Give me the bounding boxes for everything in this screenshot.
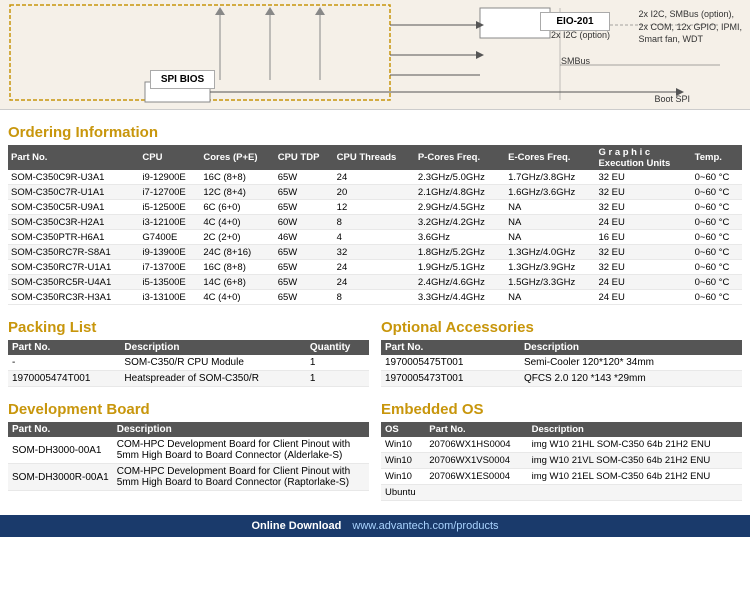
col-tdp: CPU TDP	[275, 145, 334, 170]
col-cpu: CPU	[139, 145, 200, 170]
emb-col-part: Part No.	[425, 422, 527, 437]
diagram-area: EIO-201 SPI BIOS 2x I2C, SMBus (option),…	[0, 0, 750, 110]
optional-table: Part No. Description 1970005475T001Semi-…	[381, 340, 742, 387]
packing-col: Packing List Part No. Description Quanti…	[8, 311, 369, 387]
pack-col-desc: Description	[120, 340, 305, 355]
opt-col-desc: Description	[520, 340, 742, 355]
table-row: SOM-C350RC7R-S8A1i9-13900E24C (8+16)65W3…	[8, 245, 742, 260]
table-row: SOM-C350C9R-U3A1i9-12900E16C (8+8)65W242…	[8, 170, 742, 185]
boot-spi-label: Boot SPI	[654, 94, 690, 104]
bottom-two-col: Packing List Part No. Description Quanti…	[8, 311, 742, 387]
spi-bios-box: SPI BIOS	[150, 70, 215, 89]
list-item: Win1020706WX1ES0004img W10 21EL SOM-C350…	[381, 469, 742, 485]
table-row: SOM-C350RC7R-U1A1i7-13700E16C (8+8)65W24…	[8, 260, 742, 275]
list-item: 1970005475T001Semi-Cooler 120*120* 34mm	[381, 355, 742, 371]
table-row: SOM-C350PTR-H6A1G7400E2C (2+0)46W43.6GHz…	[8, 230, 742, 245]
eio-box: EIO-201	[540, 12, 610, 31]
list-item: SOM-DH3000R-00A1COM-HPC Development Boar…	[8, 464, 369, 491]
footer-label: Online Download	[251, 520, 341, 532]
col-graphics: G r a p h i cExecution Units	[595, 145, 691, 170]
col-part-no: Part No.	[8, 145, 139, 170]
optional-col: Optional Accessories Part No. Descriptio…	[381, 311, 742, 387]
main-content: Ordering Information Part No. CPU Cores …	[0, 110, 750, 507]
embedded-table: OS Part No. Description Win1020706WX1HS0…	[381, 422, 742, 501]
col-cores: Cores (P+E)	[200, 145, 274, 170]
table-row: SOM-C350RC3R-H3A1i3-13100E4C (4+0)65W83.…	[8, 290, 742, 305]
dev-col-desc: Description	[113, 422, 369, 437]
list-item: 1970005473T001QFCS 2.0 120 *143 *29mm	[381, 371, 742, 387]
devboard-title: Development Board	[8, 401, 369, 418]
list-item: Ubuntu	[381, 485, 742, 501]
table-row: SOM-C350RC5R-U4A1i5-13500E14C (6+8)65W24…	[8, 275, 742, 290]
table-row: SOM-C350C7R-U1A1i7-12700E12C (8+4)65W202…	[8, 185, 742, 200]
list-item: Win1020706WX1VS0004img W10 21VL SOM-C350…	[381, 453, 742, 469]
ordering-title: Ordering Information	[8, 124, 742, 141]
table-row: SOM-C350C5R-U9A1i5-12500E6C (6+0)65W122.…	[8, 200, 742, 215]
pack-col-part: Part No.	[8, 340, 120, 355]
list-item: 1970005474T001Heatspreader of SOM-C350/R…	[8, 371, 369, 387]
ordering-table: Part No. CPU Cores (P+E) CPU TDP CPU Thr…	[8, 145, 742, 305]
smbus-label: SMBus	[561, 56, 590, 66]
i2c-option-label: 2x I2C (option)	[551, 30, 610, 40]
emb-col-os: OS	[381, 422, 425, 437]
list-item: SOM-DH3000-00A1COM-HPC Development Board…	[8, 437, 369, 464]
optional-title: Optional Accessories	[381, 319, 742, 336]
footer-bar: Online Download www.advantech.com/produc…	[0, 515, 750, 537]
list-item: -SOM-C350/R CPU Module1	[8, 355, 369, 371]
col-threads: CPU Threads	[334, 145, 415, 170]
right-notes: 2x I2C, SMBus (option),2x COM, 12x GPIO,…	[638, 8, 742, 46]
col-temp: Temp.	[692, 145, 742, 170]
table-row: SOM-C350C3R-H2A1i3-12100E4C (4+0)60W83.2…	[8, 215, 742, 230]
dev-col-part: Part No.	[8, 422, 113, 437]
col-ecores: E-Cores Freq.	[505, 145, 595, 170]
opt-col-part: Part No.	[381, 340, 520, 355]
packing-title: Packing List	[8, 319, 369, 336]
pack-col-qty: Quantity	[306, 340, 369, 355]
col-pcores: P-Cores Freq.	[415, 145, 505, 170]
footer-url: www.advantech.com/products	[352, 520, 498, 532]
packing-table: Part No. Description Quantity -SOM-C350/…	[8, 340, 369, 387]
embedded-col: Embedded OS OS Part No. Description Win1…	[381, 393, 742, 501]
devboard-table: Part No. Description SOM-DH3000-00A1COM-…	[8, 422, 369, 491]
emb-col-desc: Description	[528, 422, 742, 437]
dev-embedded-col: Development Board Part No. Description S…	[8, 393, 742, 501]
embedded-title: Embedded OS	[381, 401, 742, 418]
list-item: Win1020706WX1HS0004img W10 21HL SOM-C350…	[381, 437, 742, 453]
ordering-table-wrapper: Part No. CPU Cores (P+E) CPU TDP CPU Thr…	[8, 145, 742, 305]
devboard-col: Development Board Part No. Description S…	[8, 393, 369, 501]
